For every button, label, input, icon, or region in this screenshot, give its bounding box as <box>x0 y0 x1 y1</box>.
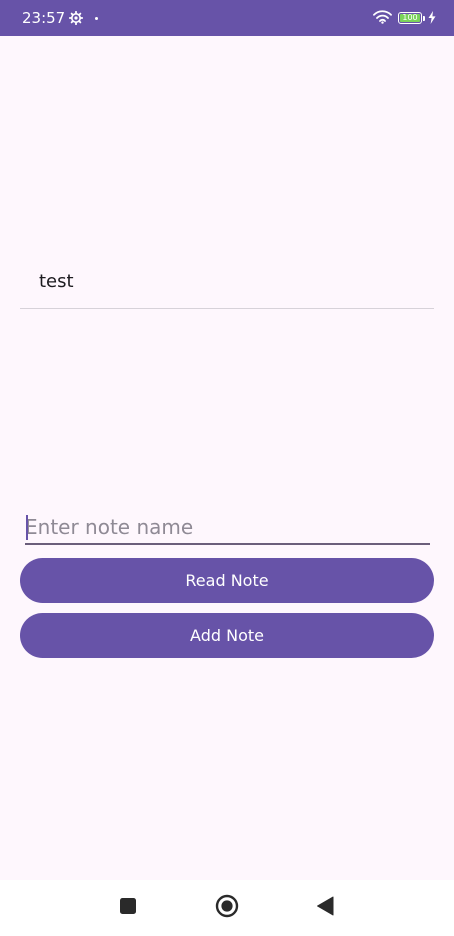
list-item[interactable]: test <box>20 254 434 309</box>
charging-bolt-icon <box>428 9 436 28</box>
recents-square-icon <box>119 897 137 919</box>
status-indicators: 100 <box>373 9 436 28</box>
recents-button[interactable] <box>100 880 156 936</box>
back-triangle-icon <box>316 896 334 920</box>
text-cursor <box>26 515 28 540</box>
home-button[interactable] <box>199 880 255 936</box>
notification-dot-icon <box>95 16 99 20</box>
battery-icon: 100 <box>398 12 425 24</box>
read-note-button[interactable]: Read Note <box>20 558 434 603</box>
back-button[interactable] <box>297 880 353 936</box>
status-bar: 23:57 100 <box>0 0 454 36</box>
home-circle-icon <box>215 894 239 922</box>
app-screen: 23:57 100 test Enter note name Read Note… <box>0 0 454 936</box>
add-note-button[interactable]: Add Note <box>20 613 434 658</box>
gear-icon <box>69 11 84 25</box>
status-time: 23:57 <box>22 9 66 27</box>
wifi-icon <box>373 9 392 28</box>
list-item-label: test <box>39 270 74 292</box>
note-name-input[interactable] <box>25 510 430 545</box>
navigation-bar <box>0 880 454 936</box>
battery-level: 100 <box>402 13 418 22</box>
